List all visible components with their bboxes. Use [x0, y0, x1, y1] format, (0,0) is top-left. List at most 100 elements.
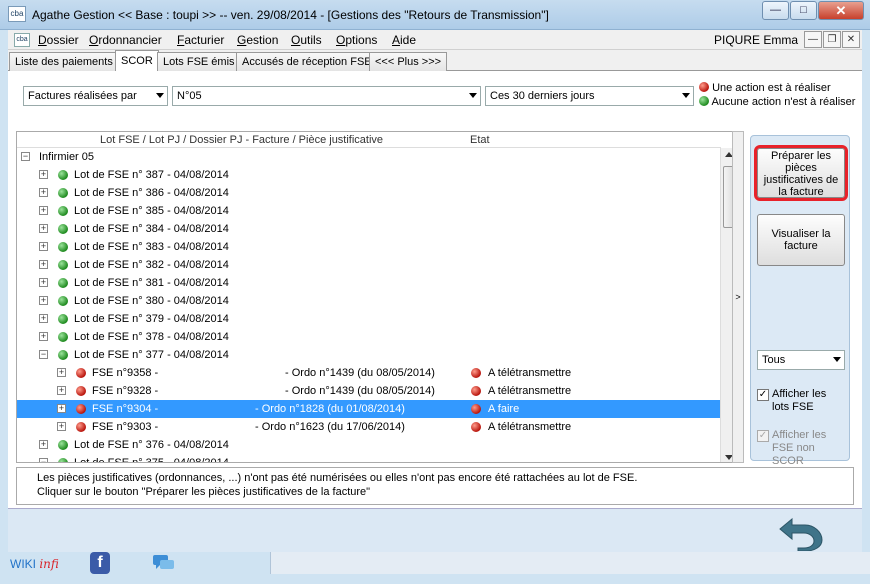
mdi-minimize-button[interactable]: —	[804, 31, 822, 48]
green-status-icon	[58, 278, 68, 288]
fse-tree[interactable]: Lot FSE / Lot PJ / Dossier PJ - Facture …	[16, 131, 738, 463]
tab-lots-fse-emis[interactable]: Lots FSE émis	[157, 52, 241, 71]
expand-icon[interactable]: +	[39, 188, 48, 197]
footer-bar	[8, 508, 862, 552]
lot-row[interactable]: + Lot de FSE n° 383 - 04/08/2014	[17, 238, 721, 256]
fse-row[interactable]: + FSE n°9358 - - Ordo n°1439 (du 08/05/201…	[17, 364, 721, 382]
column-lot[interactable]: Lot FSE / Lot PJ / Dossier PJ - Facture …	[100, 134, 383, 146]
lot-row[interactable]: + Lot de FSE n° 381 - 04/08/2014	[17, 274, 721, 292]
menu-ordonnancier[interactable]: Ordonnancier	[89, 33, 162, 47]
collapse-icon[interactable]: −	[21, 152, 30, 161]
etat-label: A télétransmettre	[488, 367, 572, 379]
title-bar: cba Agathe Gestion << Base : toupi >> --…	[0, 0, 870, 30]
expand-icon[interactable]: +	[39, 296, 48, 305]
app-icon[interactable]: cba	[8, 6, 26, 22]
facebook-icon[interactable]: f	[90, 552, 110, 574]
back-arrow-icon[interactable]	[778, 515, 824, 551]
type-select[interactable]: Factures réalisées par	[23, 86, 168, 106]
scor-panel: Factures réalisées par N°05 Ces 30 derni…	[8, 71, 862, 508]
menu-aide[interactable]: Aide	[392, 33, 416, 47]
expand-icon[interactable]: +	[39, 206, 48, 215]
expand-icon[interactable]: +	[39, 332, 48, 341]
lot-row[interactable]: + Lot de FSE n° 380 - 04/08/2014	[17, 292, 721, 310]
lot-row[interactable]: − Lot de FSE n° 375 - 04/08/2014	[17, 454, 721, 462]
red-status-icon	[471, 422, 481, 432]
mdi-close-button[interactable]: ✕	[842, 31, 860, 48]
checkmark-icon[interactable]: ✓	[757, 389, 769, 401]
minimize-button[interactable]: —	[762, 1, 789, 20]
lot-row[interactable]: + Lot de FSE n° 387 - 04/08/2014	[17, 166, 721, 184]
column-etat[interactable]: Etat	[470, 134, 490, 146]
expand-icon[interactable]: +	[39, 260, 48, 269]
expand-icon[interactable]: +	[57, 368, 66, 377]
lot-row[interactable]: + Lot de FSE n° 386 - 04/08/2014	[17, 184, 721, 202]
menu-options[interactable]: Options	[336, 33, 377, 47]
ordo-label: - Ordo n°1439 (du 08/05/2014)	[285, 385, 435, 397]
expand-icon[interactable]: +	[39, 170, 48, 179]
wiki-label: WIKI	[10, 557, 36, 571]
maximize-button[interactable]: □	[790, 1, 817, 20]
lot-row[interactable]: + Lot de FSE n° 384 - 04/08/2014	[17, 220, 721, 238]
ordo-label: - Ordo n°1439 (du 08/05/2014)	[285, 367, 435, 379]
green-status-icon	[58, 206, 68, 216]
lot-row[interactable]: + Lot de FSE n° 385 - 04/08/2014	[17, 202, 721, 220]
expand-icon[interactable]: +	[39, 224, 48, 233]
close-button[interactable]: ✕	[818, 1, 864, 20]
window-title: Agathe Gestion << Base : toupi >> -- ven…	[32, 8, 549, 22]
type-select-value: Factures réalisées par	[28, 90, 137, 102]
show-lots-checkbox[interactable]: ✓ Afficher les lots FSE	[757, 388, 845, 414]
lot-row[interactable]: + Lot de FSE n° 379 - 04/08/2014	[17, 310, 721, 328]
menu-bar: cba Dossier Ordonnancier Facturier Gesti…	[8, 30, 862, 50]
menu-facturier[interactable]: Facturier	[177, 33, 224, 47]
tab-plus[interactable]: <<< Plus >>>	[369, 52, 448, 71]
root-row[interactable]: − Infirmier 05	[17, 148, 721, 166]
status-filter-select[interactable]: Tous	[757, 350, 845, 370]
green-status-icon	[58, 188, 68, 198]
wiki-infi-link[interactable]: WIKI infi	[10, 557, 59, 571]
prepare-pj-button[interactable]: Préparer les pièces justificatives de la…	[754, 145, 848, 201]
document-icon[interactable]: cba	[14, 33, 30, 47]
lot-row[interactable]: + Lot de FSE n° 376 - 04/08/2014	[17, 436, 721, 454]
lot-row[interactable]: + Lot de FSE n° 378 - 04/08/2014	[17, 328, 721, 346]
tab-liste-paiements[interactable]: Liste des paiements	[9, 52, 119, 71]
chevron-down-icon	[156, 93, 164, 98]
expand-icon[interactable]: +	[39, 242, 48, 251]
expand-icon[interactable]: +	[57, 422, 66, 431]
green-status-icon	[699, 96, 709, 106]
menu-outils[interactable]: Outils	[291, 33, 322, 47]
lot-label: Lot de FSE n° 377 - 04/08/2014	[74, 349, 229, 361]
legend-green-label: Aucune action n'est à réaliser	[711, 96, 856, 108]
chat-icon[interactable]	[152, 554, 176, 572]
expand-icon[interactable]: +	[39, 314, 48, 323]
green-status-icon	[58, 314, 68, 324]
menu-gestion[interactable]: Gestion	[237, 33, 278, 47]
fse-label: FSE n°9304 -	[92, 403, 159, 415]
lot-label: Lot de FSE n° 381 - 04/08/2014	[74, 277, 229, 289]
green-status-icon	[58, 296, 68, 306]
red-status-icon	[76, 404, 86, 414]
expand-icon[interactable]: +	[39, 440, 48, 449]
tab-scor[interactable]: SCOR	[115, 50, 159, 71]
fse-row[interactable]: + FSE n°9304 - - Ordo n°1828 (du 01/08/201…	[17, 400, 721, 418]
green-status-icon	[58, 242, 68, 252]
tab-accuses-reception[interactable]: Accusés de réception FSE	[236, 52, 378, 71]
fse-row[interactable]: + FSE n°9303 - - Ordo n°1623 (du 17/06/201…	[17, 418, 721, 436]
fse-row[interactable]: + FSE n°9328 - - Ordo n°1439 (du 08/05/201…	[17, 382, 721, 400]
expand-icon[interactable]: +	[39, 278, 48, 287]
collapse-icon[interactable]: −	[39, 350, 48, 359]
period-select[interactable]: Ces 30 derniers jours	[485, 86, 694, 106]
lot-row[interactable]: + Lot de FSE n° 382 - 04/08/2014	[17, 256, 721, 274]
etat-label: A télétransmettre	[488, 385, 572, 397]
expand-icon[interactable]: +	[57, 404, 66, 413]
legend-red-label: Une action est à réaliser	[712, 82, 831, 94]
panel-splitter[interactable]: >	[732, 131, 744, 463]
period-select-value: Ces 30 derniers jours	[490, 90, 595, 102]
menu-dossier[interactable]: Dossier	[38, 33, 79, 47]
nurse-select[interactable]: N°05	[172, 86, 481, 106]
expand-icon[interactable]: +	[57, 386, 66, 395]
view-invoice-button[interactable]: Visualiser la facture	[757, 214, 845, 266]
collapse-icon[interactable]: −	[39, 458, 48, 462]
lot-row[interactable]: − Lot de FSE n° 377 - 04/08/2014	[17, 346, 721, 364]
legend-red: Une action est à réaliser	[699, 82, 831, 94]
mdi-restore-button[interactable]: ❐	[823, 31, 841, 48]
